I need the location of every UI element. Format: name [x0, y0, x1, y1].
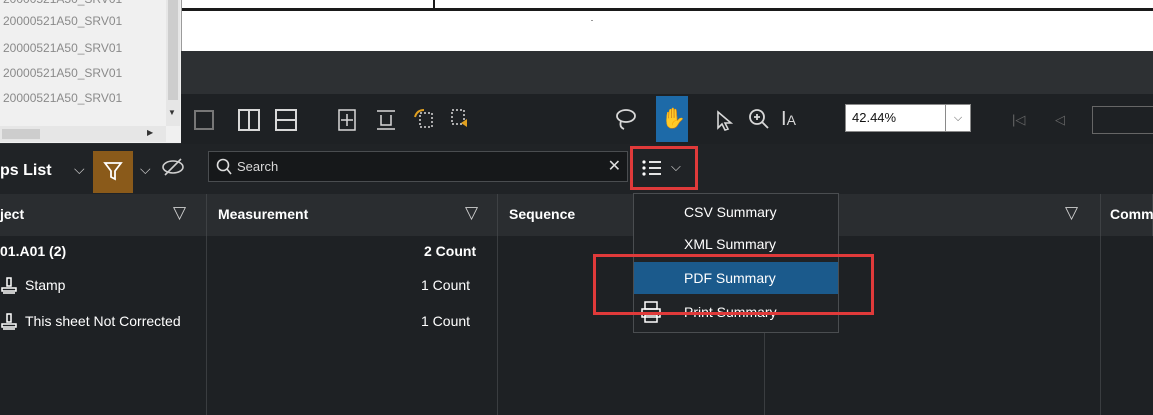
search-placeholder: Search	[237, 159, 279, 174]
scroll-right-arrow-icon[interactable]: ▶	[147, 128, 153, 137]
scroll-down-arrow-icon[interactable]: ▼	[168, 108, 176, 117]
table-row-measurement: 2 Count	[424, 243, 477, 259]
previous-page-icon[interactable]: ◁	[1055, 112, 1065, 128]
filter-icon[interactable]: ▽	[173, 203, 186, 223]
chevron-down-icon[interactable]: ⌵	[140, 161, 151, 178]
filter-icon[interactable]: ▽	[1065, 203, 1078, 223]
page-move-icon[interactable]	[449, 107, 473, 136]
eye-slash-icon[interactable]	[160, 155, 186, 184]
single-page-icon[interactable]	[194, 110, 214, 130]
filter-toggle-button[interactable]	[93, 151, 133, 193]
zoom-value[interactable]: 42.44%	[852, 110, 896, 125]
text-select-label: A	[786, 112, 796, 128]
document-canvas[interactable]	[181, 0, 1153, 51]
column-label-comments: Comm	[1110, 206, 1153, 222]
filter-icon	[103, 160, 123, 187]
two-column-icon[interactable]	[238, 109, 260, 136]
stamp-icon	[0, 312, 20, 337]
two-row-icon[interactable]	[275, 109, 297, 136]
summary-menu-button[interactable]: ⌵	[630, 146, 698, 190]
workspace-band	[181, 51, 1153, 94]
file-list-item[interactable]: 20000521A50_SRV01	[0, 10, 170, 32]
chevron-down-icon[interactable]: ⌵	[74, 161, 85, 178]
table-row-subject[interactable]: This sheet Not Corrected	[25, 313, 181, 329]
page-number-input[interactable]	[1092, 106, 1153, 134]
hand-icon: ✋	[661, 108, 686, 130]
filter-icon[interactable]: ▽	[465, 203, 478, 223]
zoom-field[interactable]: 42.44% ⌵	[845, 104, 971, 132]
horizontal-scrollbar[interactable]: ▶	[0, 126, 166, 142]
document-page-edge	[181, 0, 1153, 11]
table-row-subject[interactable]: Stamp	[25, 277, 65, 293]
chevron-down-icon: ⌵	[671, 159, 681, 174]
lasso-icon[interactable]	[614, 107, 638, 138]
fit-width-icon[interactable]	[375, 109, 397, 136]
pdf-summary-highlight-box	[593, 254, 874, 315]
column-label-measurement: Measurement	[218, 206, 309, 222]
search-icon	[216, 158, 232, 181]
search-input[interactable]: Search ✕	[208, 151, 628, 182]
text-select-icon[interactable]: IA	[781, 108, 796, 131]
chevron-down-icon[interactable]: ⌵	[945, 105, 970, 131]
scrollbar-thumb[interactable]	[168, 0, 178, 100]
column-divider	[206, 236, 207, 415]
table-row-measurement: 1 Count	[421, 277, 471, 293]
menu-item-csv-summary[interactable]: CSV Summary	[684, 204, 777, 220]
close-icon[interactable]: ✕	[608, 156, 621, 176]
file-list-item[interactable]: 20000521A50_SRV01	[0, 0, 170, 10]
menu-item-xml-summary[interactable]: XML Summary	[684, 236, 776, 252]
fit-page-icon[interactable]	[337, 109, 357, 136]
first-page-icon[interactable]: |◁	[1012, 112, 1025, 128]
table-row-subject[interactable]: 01.A01 (2)	[0, 243, 66, 259]
file-list-panel: 20000521A50_SRV01 20000521A50_SRV01 2000…	[0, 0, 182, 143]
file-list-item[interactable]: 20000521A50_SRV01	[0, 62, 170, 84]
list-title[interactable]: ps List	[0, 162, 52, 180]
table-row-measurement: 1 Count	[421, 313, 471, 329]
rotate-page-icon[interactable]	[412, 107, 436, 136]
vertical-scrollbar[interactable]: ▼	[166, 0, 180, 126]
column-label-subject: ject	[0, 206, 25, 222]
zoom-in-icon[interactable]	[748, 108, 770, 135]
pointer-icon[interactable]	[715, 110, 734, 137]
column-divider	[497, 236, 498, 415]
column-divider	[1100, 236, 1101, 415]
column-label-sequence: Sequence	[509, 206, 576, 222]
list-icon	[641, 158, 663, 183]
document-line	[433, 0, 435, 8]
file-list-item[interactable]: 20000521A50_SRV01	[0, 37, 170, 59]
document-mark	[591, 20, 593, 21]
stamp-icon	[0, 276, 20, 301]
pan-tool-button[interactable]: ✋	[656, 96, 688, 142]
file-list-item[interactable]: 20000521A50_SRV01	[0, 87, 170, 109]
scrollbar-thumb[interactable]	[2, 129, 40, 139]
